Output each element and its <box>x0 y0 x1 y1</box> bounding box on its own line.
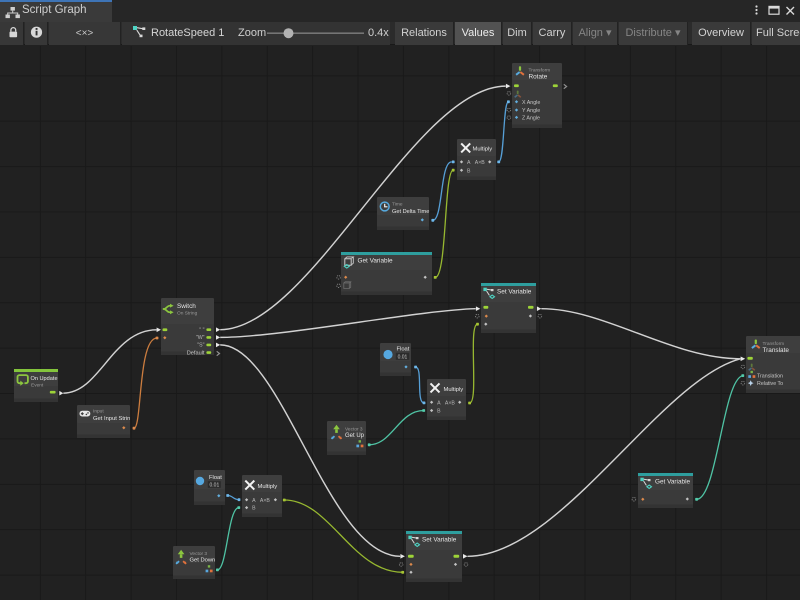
svg-text:On Update: On Update <box>31 376 58 382</box>
svg-text:"W": "W" <box>196 335 205 341</box>
svg-text:Get Down: Get Down <box>190 558 216 564</box>
svg-text:Input: Input <box>93 409 104 415</box>
svg-text:Get Up: Get Up <box>345 433 365 439</box>
svg-text:Float: Float <box>209 475 222 481</box>
svg-text:Get Input Strin: Get Input Strin <box>93 416 130 422</box>
svg-text:Multiply: Multiply <box>258 484 278 490</box>
svg-text:Translation: Translation <box>757 373 783 379</box>
svg-text:0.01: 0.01 <box>398 354 408 360</box>
svg-text:A: A <box>252 498 256 504</box>
svg-text:Multiply: Multiply <box>473 147 493 153</box>
svg-text:A×B: A×B <box>475 160 485 166</box>
svg-text:Get Variable: Get Variable <box>358 258 393 265</box>
svg-text:Relative To: Relative To <box>757 381 783 387</box>
svg-text:Vector 3: Vector 3 <box>190 551 208 557</box>
svg-text:Time: Time <box>392 202 403 208</box>
svg-text:A×B: A×B <box>445 400 455 406</box>
svg-text:A×B: A×B <box>260 498 270 504</box>
svg-text:"S": "S" <box>197 343 204 349</box>
svg-text:Set Variable: Set Variable <box>497 289 532 296</box>
svg-text:B: B <box>252 506 256 512</box>
svg-text:Switch: Switch <box>177 303 196 310</box>
svg-text:X Angle: X Angle <box>522 100 540 106</box>
svg-text:On String: On String <box>177 311 198 317</box>
svg-text:Get Delta Time: Get Delta Time <box>392 209 429 215</box>
svg-text:Y Angle: Y Angle <box>522 108 540 114</box>
svg-text:Transform: Transform <box>529 68 551 74</box>
svg-text:Transform: Transform <box>763 341 785 347</box>
svg-text:Z Angle: Z Angle <box>522 116 540 122</box>
svg-text:Event: Event <box>31 383 44 389</box>
svg-text:Get Variable: Get Variable <box>655 479 690 486</box>
svg-text:B: B <box>467 168 471 174</box>
svg-text:Multiply: Multiply <box>444 387 464 393</box>
svg-text:Set Variable: Set Variable <box>422 537 457 544</box>
svg-text:0.01: 0.01 <box>210 483 220 489</box>
svg-text:A: A <box>437 400 441 406</box>
svg-text:A: A <box>467 160 471 166</box>
svg-text:Float: Float <box>397 347 410 353</box>
svg-text:Default: Default <box>187 351 205 357</box>
svg-text:Rotate: Rotate <box>529 74 548 81</box>
svg-text:" ": " " <box>199 328 204 334</box>
svg-text:Translate: Translate <box>763 347 790 354</box>
svg-text:B: B <box>437 409 441 415</box>
svg-text:Vector 3: Vector 3 <box>345 427 363 433</box>
